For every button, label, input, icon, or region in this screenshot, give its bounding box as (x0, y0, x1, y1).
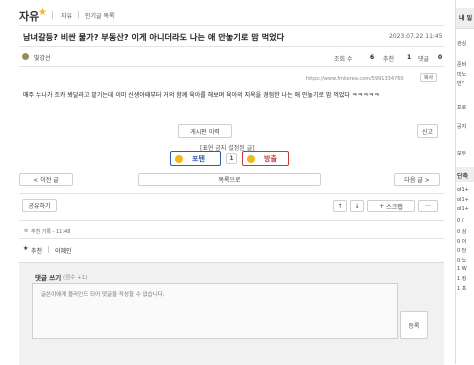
next-post-button[interactable]: 다음 글 > (394, 173, 440, 186)
sidebar-line[interactable]: 반" (457, 80, 474, 88)
potent-icon (175, 154, 183, 163)
post-url[interactable]: https://www.fmkorea.com/5991334760 (306, 76, 404, 82)
bang-icon (247, 154, 255, 163)
sidebar-line[interactable]: 모두 (457, 150, 474, 158)
title-bottom-rule (19, 46, 444, 47)
sidebar-section-label: 단축 (457, 173, 469, 179)
board-title[interactable]: 자유 (19, 8, 39, 24)
plus-icon: + (379, 202, 385, 210)
right-sidebar (455, 0, 474, 364)
rec-type: 추천 (31, 248, 43, 255)
sidebar-row[interactable]: 0 상 (457, 228, 474, 236)
divider (48, 246, 49, 253)
star-icon[interactable]: ★ (38, 7, 47, 18)
up-arrow-icon[interactable]: ↑ (333, 200, 347, 212)
comment-textarea[interactable] (32, 283, 398, 339)
crumb-free[interactable]: 자유 (61, 11, 72, 20)
sidebar-row[interactable]: 0 노 (457, 257, 474, 265)
divider (78, 11, 79, 18)
recommend-label: 추천 (383, 56, 395, 63)
title-top-rule (19, 25, 444, 26)
more-options-button[interactable]: ··· (418, 200, 438, 212)
list-icon: ≡ (24, 228, 29, 234)
post-title: 남녀갈등? 비싼 물가? 부동산? 이게 아니더라도 나는 애 안놓기로 맘 먹… (23, 32, 285, 42)
comment-form-title: 댓글 쓰기 (35, 274, 62, 282)
sidebar-row[interactable]: 1 W (457, 266, 474, 274)
level-icon (22, 53, 29, 60)
sidebar-header-label: 내 일 (459, 15, 473, 22)
sidebar-line[interactable]: 공지 (457, 123, 474, 131)
author-name[interactable]: 빛강선 (34, 53, 51, 62)
share-button[interactable]: 공유하기 (22, 199, 57, 212)
sidebar-row[interactable]: ol1+ (457, 206, 474, 214)
crumb-popular[interactable]: 인기글 목록 (85, 11, 115, 20)
rec-top-rule (19, 220, 444, 221)
post-datetime: 2023.07.22 11:45 (389, 33, 443, 40)
bang-label: 방출 (264, 154, 277, 163)
rec-mid-rule (19, 238, 444, 239)
prev-post-button[interactable]: < 이전 글 (19, 173, 73, 186)
board-history-button[interactable]: 게시판 이력 (178, 124, 232, 138)
comment-submit-button[interactable]: 등록 (400, 311, 428, 339)
comments-count: 0 (438, 54, 443, 61)
potent-label: 포텐 (192, 154, 205, 163)
sidebar-row[interactable]: 0 / (457, 218, 474, 226)
share-top-rule (19, 193, 444, 194)
sidebar-row[interactable]: 1 프 (457, 285, 474, 293)
report-button[interactable]: 신고 (417, 124, 438, 138)
sidebar-line[interactable]: 프로 (457, 104, 474, 112)
sidebar-row[interactable]: ol1+ (457, 187, 474, 195)
sidebar-line[interactable]: 미노 (457, 71, 474, 79)
sidebar-line[interactable]: 관심 (457, 40, 474, 48)
views-label: 조회 수 (334, 56, 353, 63)
list-button[interactable]: 목록으로 (138, 173, 321, 186)
author-rule (19, 66, 444, 67)
comment-points: (점수 +1) (63, 275, 88, 281)
sidebar-row[interactable]: 0 당 (457, 247, 474, 255)
vote-count: 1 (226, 153, 237, 164)
scrap-label: 스크랩 (386, 203, 403, 211)
sidebar-row[interactable]: 0 이 (457, 238, 474, 246)
star-icon: ★ (23, 245, 29, 252)
bang-button[interactable]: 방출 (242, 151, 289, 166)
scrap-button[interactable]: + 스크랩 (367, 200, 415, 212)
rec-user[interactable]: 이혜인 (55, 246, 72, 255)
comments-label: 댓글 (418, 56, 430, 63)
copy-url-button[interactable]: 복사 (420, 73, 437, 82)
divider (52, 11, 53, 19)
sidebar-line[interactable]: 준비 (457, 61, 474, 69)
potent-button[interactable]: 포텐 (170, 151, 221, 166)
rec-log-header: 추천 기록 - 11:48 (31, 229, 71, 235)
post-body: 매주 누나가 조카 봐달라고 맡기는데 이미 신생아때부터 거의 함께 육아를 … (23, 92, 380, 99)
down-arrow-icon[interactable]: ↓ (350, 200, 364, 212)
sidebar-row[interactable]: ol1+ (457, 197, 474, 205)
scroll-up-button[interactable] (333, 173, 334, 174)
recommend-count: 1 (407, 54, 412, 61)
views-count: 6 (370, 54, 375, 61)
sidebar-row[interactable]: 1 킹 (457, 275, 474, 283)
